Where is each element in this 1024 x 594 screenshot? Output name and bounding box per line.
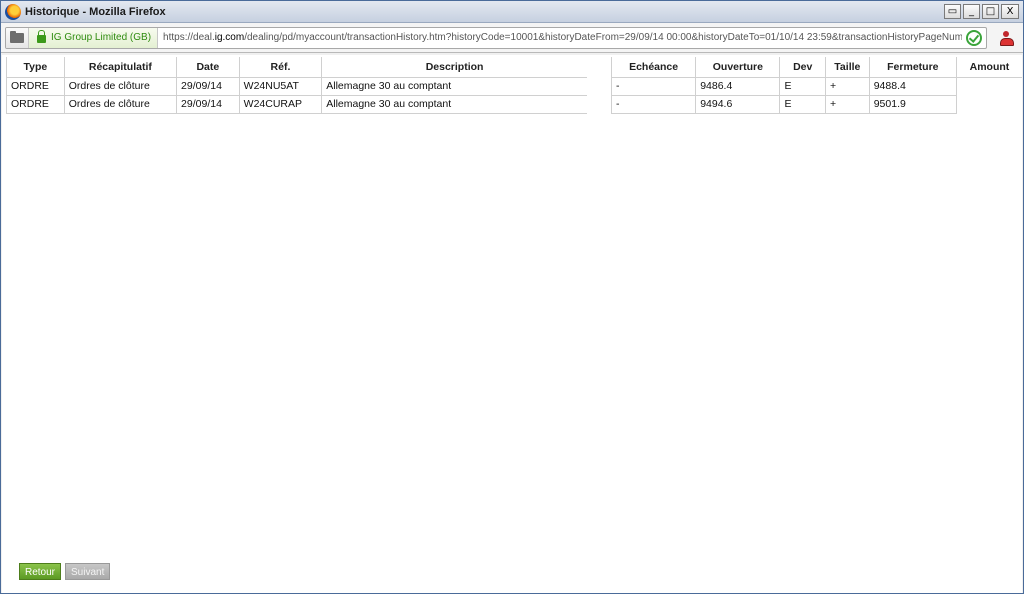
cell-taille: + [824, 76, 870, 96]
column-header-ref: Réf. [238, 57, 323, 78]
suivant-button[interactable]: Suivant [65, 563, 111, 580]
url-path: /dealing/pd/myaccount/transactionHistory… [244, 32, 962, 43]
browser-window: Historique - Mozilla Firefox ▭ _ □ X IG … [0, 0, 1024, 594]
folder-icon [10, 30, 24, 43]
lock-icon [37, 30, 46, 43]
column-header-fermeture: Fermeture [868, 57, 957, 78]
table-row: ORDRE Ordres de clôture 29/09/14 W24NU5A… [6, 76, 1023, 96]
cell-spacer [586, 95, 612, 113]
address-bar[interactable]: IG Group Limited (GB) https://deal.ig.co… [5, 26, 987, 49]
cell-ref: W24CURAP [238, 94, 323, 114]
restore-icon[interactable]: ▭ [944, 4, 961, 19]
cell-amount [956, 77, 1022, 95]
window-controls: ▭ _ □ X [944, 4, 1023, 19]
cell-dev: E [779, 94, 826, 114]
url-prefix: https://deal. [163, 32, 215, 43]
cell-ref: W24NU5AT [238, 76, 323, 96]
column-header-echeance: Echéance [610, 57, 697, 78]
cell-recapitulatif: Ordres de clôture [63, 76, 178, 96]
column-header-taille: Taille [824, 57, 870, 78]
table-row: ORDRE Ordres de clôture 29/09/14 W24CURA… [6, 94, 1023, 114]
close-button[interactable]: X [1001, 4, 1019, 19]
url-domain: ig.com [214, 32, 245, 43]
cell-taille: + [824, 94, 870, 114]
title-bar[interactable]: Historique - Mozilla Firefox ▭ _ □ X [1, 1, 1023, 23]
cell-type: ORDRE [6, 76, 65, 96]
column-header-type: Type [6, 57, 65, 78]
window-title: Historique - Mozilla Firefox [25, 5, 166, 18]
column-header-ouverture: Ouverture [695, 57, 781, 78]
cell-type: ORDRE [6, 94, 65, 114]
column-header-amount: Amount [955, 57, 1022, 78]
column-header-description: Description [321, 57, 587, 78]
cell-spacer [586, 77, 612, 95]
maximize-button[interactable]: □ [982, 4, 999, 19]
column-header-date: Date [176, 57, 240, 78]
transaction-history-table: Type Récapitulatif Date Réf. Description… [6, 57, 1022, 114]
cell-amount [956, 95, 1022, 113]
cell-echeance: - [610, 76, 697, 96]
site-identity-label: IG Group Limited (GB) [51, 32, 152, 43]
cell-fermeture: 9501.9 [868, 94, 957, 114]
column-header-spacer [586, 57, 612, 77]
page-content: Type Récapitulatif Date Réf. Description… [2, 55, 1022, 593]
cell-echeance: - [610, 94, 697, 114]
cell-dev: E [779, 76, 826, 96]
cell-recapitulatif: Ordres de clôture [63, 94, 178, 114]
navigation-bar: IG Group Limited (GB) https://deal.ig.co… [1, 23, 1023, 53]
minimize-button[interactable]: _ [963, 4, 980, 19]
table-header-row: Type Récapitulatif Date Réf. Description… [6, 57, 1022, 78]
cell-date: 29/09/14 [176, 94, 240, 114]
column-header-recapitulatif: Récapitulatif [63, 57, 178, 78]
verified-check-icon[interactable] [966, 29, 982, 46]
column-header-dev: Dev [779, 57, 826, 78]
site-identity[interactable]: IG Group Limited (GB) [29, 27, 159, 48]
cell-date: 29/09/14 [176, 76, 240, 96]
cell-fermeture: 9488.4 [868, 76, 957, 96]
user-icon[interactable] [993, 30, 1019, 46]
cell-description: Allemagne 30 au comptant [321, 94, 587, 114]
url-text[interactable]: https://deal.ig.com/dealing/pd/myaccount… [158, 32, 962, 43]
retour-button[interactable]: Retour [19, 563, 62, 580]
cell-ouverture: 9494.6 [695, 94, 781, 114]
page-info-button[interactable] [6, 27, 29, 48]
cell-ouverture: 9486.4 [695, 76, 781, 96]
pagination-footer: Retour Suivant [19, 563, 111, 580]
cell-description: Allemagne 30 au comptant [321, 76, 587, 96]
firefox-icon [5, 3, 21, 20]
